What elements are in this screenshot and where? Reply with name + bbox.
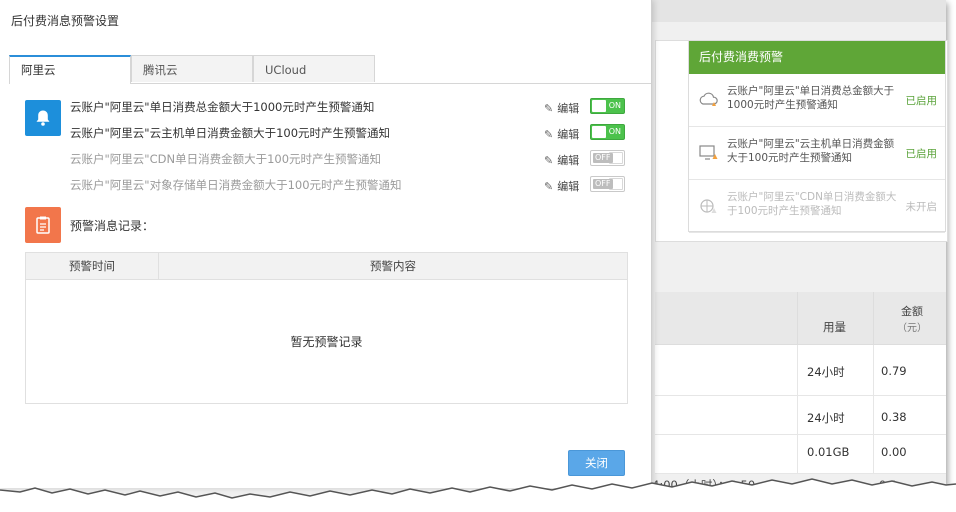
background-topbar (650, 0, 946, 22)
usage-cell: 0.01GB (807, 445, 850, 459)
billing-table-header: 用量 金额 （元） (655, 292, 946, 345)
pencil-icon: ✎ (544, 180, 554, 193)
record-section-label: 预警消息记录： (70, 219, 155, 233)
alert-record-table: 预警时间 预警内容 暂无预警记录 (25, 252, 628, 404)
record-table-header: 预警时间 预警内容 (26, 253, 627, 280)
alert-card-title: 后付费消费预警 (689, 41, 945, 74)
alert-rule-text: 云账户"阿里云"云主机单日消费金额大于100元时产生预警通知 (70, 126, 391, 140)
edit-rule-button[interactable]: ✎ 编辑 (544, 100, 579, 116)
alert-card-item-text: 云账户"阿里云"单日消费总金额大于1000元时产生预警通知 (727, 85, 895, 111)
clipboard-icon (25, 207, 61, 243)
amount-cell: 0.79 (881, 364, 907, 378)
alert-rule-text: 云账户"阿里云"单日消费总金额大于1000元时产生预警通知 (70, 100, 375, 114)
alert-card-item[interactable]: 云账户"阿里云"单日消费总金额大于1000元时产生预警通知 已启用 (689, 74, 945, 127)
rule-toggle[interactable]: ON (590, 98, 625, 114)
cdn-alert-icon (700, 199, 717, 213)
cloud-alert-icon (699, 92, 718, 106)
cloud-tabs: 阿里云 腾讯云 UCloud (9, 55, 651, 84)
alert-card-item-status: 已启用 (905, 148, 938, 160)
alert-rule-text: 云账户"阿里云"对象存储单日消费金额大于100元时产生预警通知 (70, 178, 402, 192)
usage-header: 用量 (823, 320, 846, 334)
pencil-icon: ✎ (544, 154, 554, 167)
column-header-time: 预警时间 (26, 253, 159, 279)
alert-card-item-text: 云账户"阿里云"云主机单日消费金额大于100元时产生预警通知 (727, 138, 895, 164)
rule-toggle[interactable]: OFF (590, 176, 625, 192)
tab-ucloud[interactable]: UCloud (253, 55, 375, 82)
table-row: 24小时 0.38 (655, 396, 946, 435)
consumption-alert-card: 后付费消费预警 云账户"阿里云"单日消费总金额大于1000元时产生预警通知 已启… (688, 40, 946, 233)
alert-settings-modal: 后付费消息预警设置 阿里云 腾讯云 UCloud 云账户"阿里云"单日消费总金额… (0, 0, 652, 488)
usage-cell: 24小时 (807, 411, 845, 425)
column-header-content: 预警内容 (370, 259, 416, 273)
table-row: 24小时 0.79 (655, 345, 946, 396)
close-button[interactable]: 关闭 (568, 450, 625, 476)
alert-card-item[interactable]: 云账户"阿里云"云主机单日消费金额大于100元时产生预警通知 已启用 (689, 127, 945, 180)
rule-toggle[interactable]: OFF (590, 150, 625, 166)
alert-rule-text: 云账户"阿里云"CDN单日消费金额大于100元时产生预警通知 (70, 152, 382, 166)
bell-icon (25, 100, 61, 136)
tab-tencent[interactable]: 腾讯云 (131, 55, 253, 82)
pencil-icon: ✎ (544, 102, 554, 115)
modal-title: 后付费消息预警设置 (11, 14, 120, 28)
alert-card-item-text: 云账户"阿里云"CDN单日消费金额大于100元时产生预警通知 (727, 191, 897, 217)
amount-header: 金额 （元） (897, 305, 927, 334)
amount-cell: 0.38 (881, 410, 907, 424)
edit-rule-button[interactable]: ✎ 编辑 (544, 152, 579, 168)
edit-rule-button[interactable]: ✎ 编辑 (544, 126, 579, 142)
alert-card-item[interactable]: 云账户"阿里云"CDN单日消费金额大于100元时产生预警通知 未开启 (689, 180, 945, 233)
tab-aliyun[interactable]: 阿里云 (9, 55, 131, 84)
empty-state-text: 暂无预警记录 (290, 335, 363, 349)
alert-card-item-status: 未开启 (905, 201, 938, 213)
monitor-alert-icon (699, 145, 718, 160)
amount-cell: 0.00 (881, 445, 907, 459)
usage-cell: 24小时 (807, 365, 845, 379)
alert-card-item-status: 已启用 (905, 95, 938, 107)
pencil-icon: ✎ (544, 128, 554, 141)
torn-edge-decoration (0, 478, 956, 512)
rule-toggle[interactable]: ON (590, 124, 625, 140)
table-row: 0.01GB 0.00 (655, 435, 946, 474)
edit-rule-button[interactable]: ✎ 编辑 (544, 178, 579, 194)
billing-table: 用量 金额 （元） 24小时 0.79 24小时 0.38 0.01GB 0.00 (655, 292, 946, 474)
